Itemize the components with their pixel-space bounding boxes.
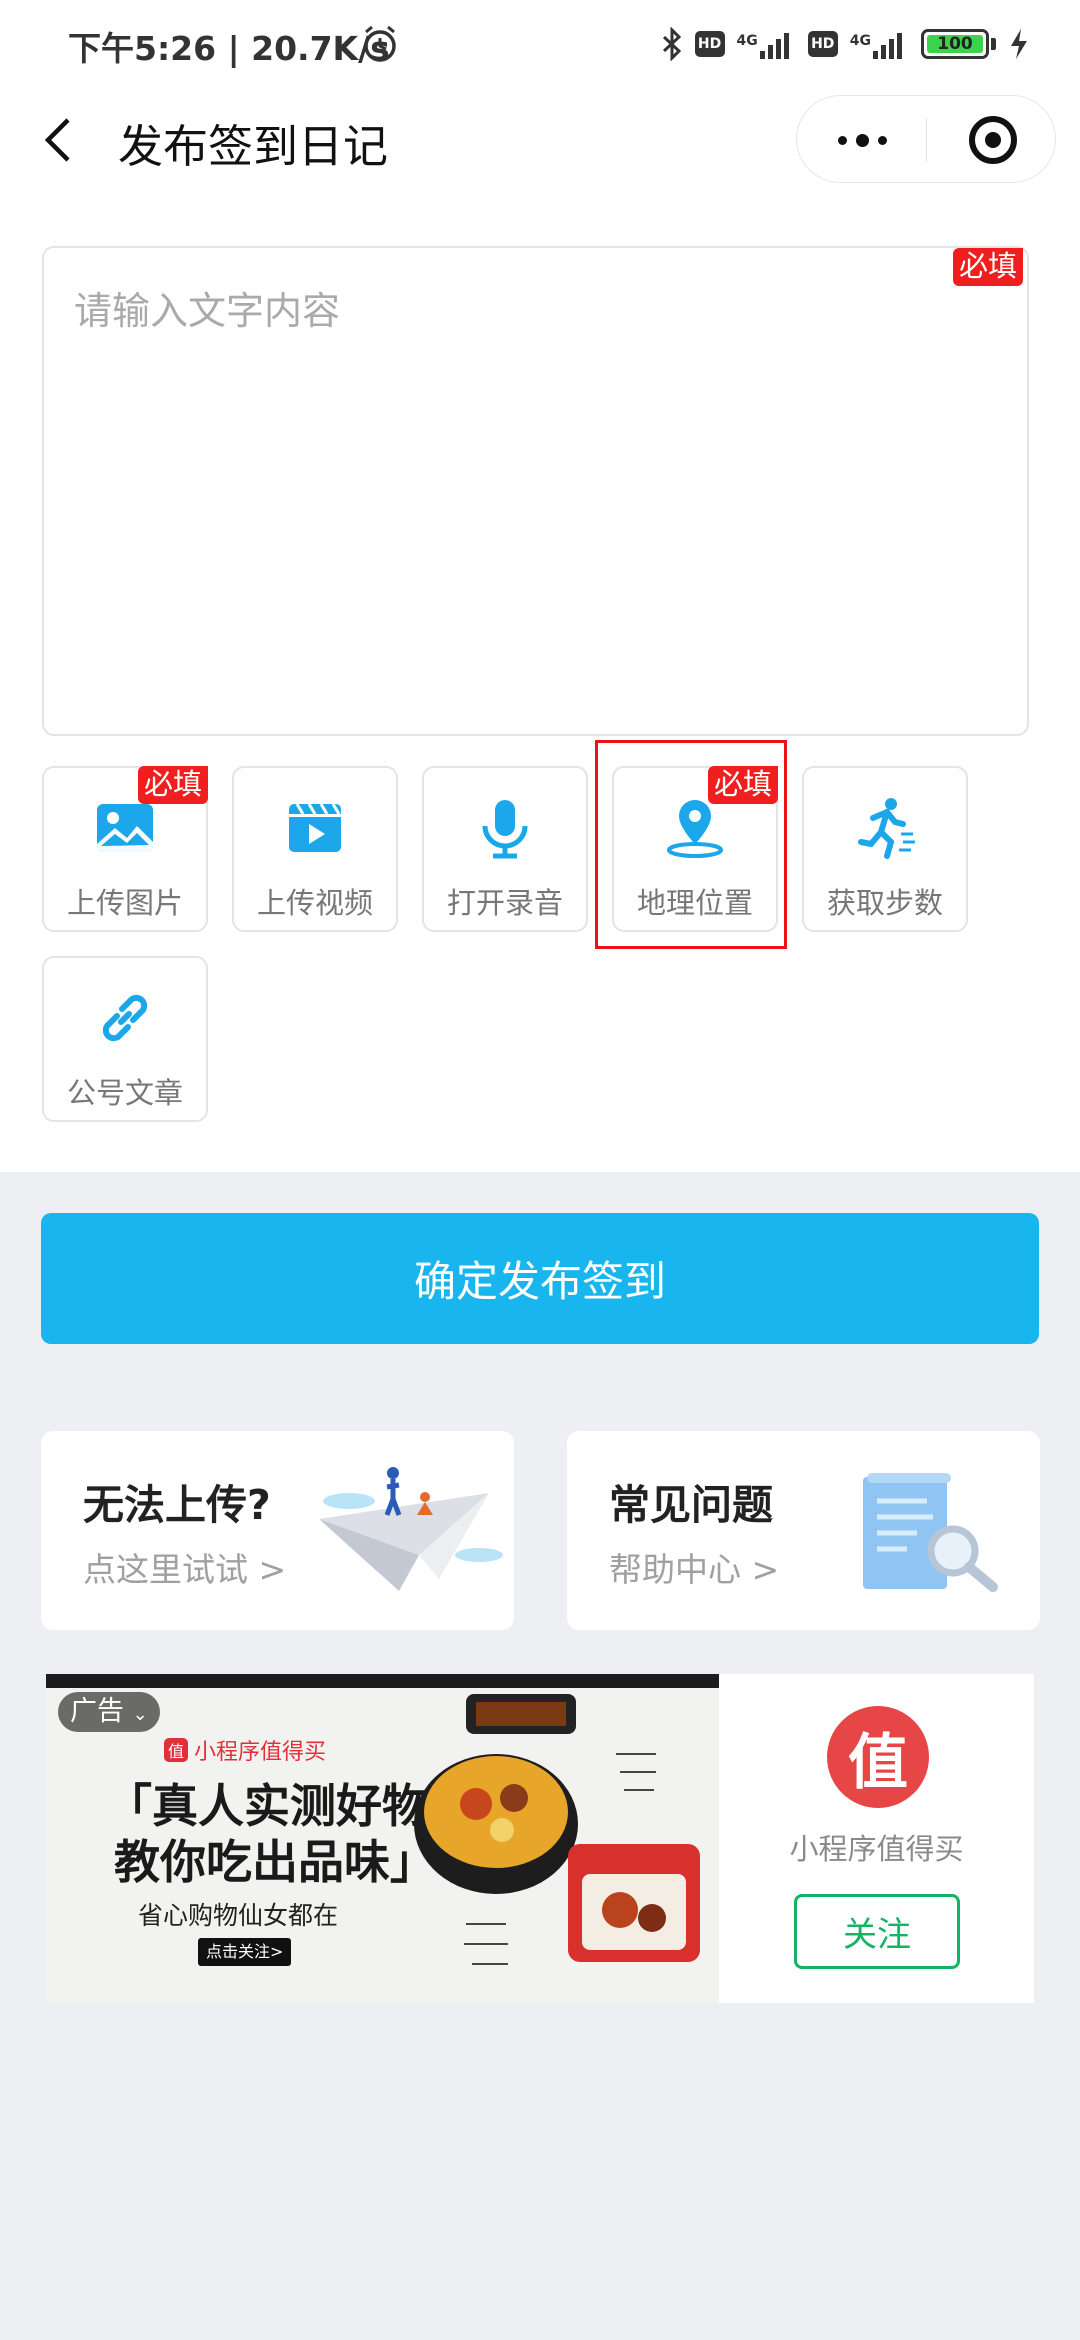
ad-advertiser-panel: 值 小程序值得买 关注 — [719, 1674, 1034, 2003]
hotpot-food-icon — [414, 1694, 700, 1965]
tool-label: 打开录音 — [446, 886, 563, 920]
ad-brand-logo-icon: 值 — [164, 1738, 188, 1762]
status-time: 下午5:26 | 20.7K/s — [68, 29, 390, 68]
signal-icon — [759, 33, 789, 59]
required-badge: 必填 — [952, 248, 1023, 286]
ad-brand-name: 小程序值得买 — [194, 1740, 327, 1765]
battery-icon: 100 — [921, 29, 989, 59]
bluetooth-icon — [662, 27, 681, 61]
battery-level: 100 — [937, 34, 973, 54]
upload-help-card[interactable]: 无法上传? 点这里试试 > — [41, 1431, 514, 1630]
paper-plane-illustration-icon — [319, 1467, 503, 1591]
textarea-placeholder: 请输入文字内容 — [74, 289, 341, 333]
alarm-clock-icon — [364, 25, 396, 62]
ad-image-top-strip — [46, 1674, 719, 1688]
card-title: 无法上传? — [83, 1481, 271, 1529]
network-type-label: 4G — [849, 33, 871, 49]
faq-card[interactable]: 常见问题 帮助中心 > — [567, 1431, 1040, 1630]
advertiser-name: 小程序值得买 — [789, 1832, 964, 1866]
navigation-bar: 发布签到日记 — [0, 88, 1080, 192]
chevron-down-icon: ⌄ — [132, 1704, 148, 1725]
status-icons: HD 4G HD 4G 100 — [661, 22, 1030, 66]
tool-label: 获取步数 — [826, 886, 943, 920]
status-bar: 下午5:26 | 20.7K/s HD 4G HD 4G 100 — [0, 0, 1080, 88]
get-steps-button[interactable]: 获取步数 — [802, 766, 968, 932]
link-icon — [102, 994, 148, 1042]
upload-image-button[interactable]: 上传图片 必填 — [42, 766, 208, 932]
ad-tag-label: 广告 — [70, 1696, 124, 1727]
document-search-icon — [863, 1473, 998, 1592]
hd-badge: HD — [807, 31, 838, 57]
ad-subline: 省心购物仙女都在 — [138, 1901, 339, 1930]
charging-icon — [1011, 29, 1027, 59]
required-badge: 必填 — [137, 766, 208, 804]
upload-video-button[interactable]: 上传视频 — [232, 766, 398, 932]
ad-cta-label: 点击关注> — [198, 1938, 292, 1966]
publish-checkin-button[interactable]: 确定发布签到 — [41, 1213, 1039, 1344]
more-dot-icon — [855, 133, 869, 147]
miniprogram-capsule — [796, 95, 1056, 183]
signal-icon — [873, 33, 902, 59]
tool-label: 公号文章 — [66, 1076, 183, 1110]
back-arrow-icon[interactable] — [38, 114, 78, 166]
more-dot-icon — [837, 135, 847, 145]
ad-image[interactable]: 值 小程序值得买 「真人实测好物 教你吃出品味」 省心购物仙女都在 点击关注> … — [46, 1674, 719, 2003]
tool-label: 上传图片 — [66, 886, 183, 920]
close-miniprogram-button[interactable] — [969, 116, 1017, 164]
ad-tag[interactable]: 广告 ⌄ — [58, 1692, 160, 1732]
official-article-button[interactable]: 公号文章 — [42, 956, 208, 1122]
card-title: 常见问题 — [609, 1481, 773, 1529]
page-title: 发布签到日记 — [118, 120, 389, 173]
hd-badge: HD — [694, 31, 725, 57]
ad-banner[interactable]: 值 小程序值得买 「真人实测好物 教你吃出品味」 省心购物仙女都在 点击关注> … — [46, 1674, 1034, 2003]
ad-brand: 值 小程序值得买 — [164, 1734, 326, 1766]
more-menu-button[interactable] — [797, 96, 927, 184]
video-icon — [289, 803, 341, 852]
record-audio-button[interactable]: 打开录音 — [422, 766, 588, 932]
capsule-divider — [926, 118, 927, 162]
running-icon — [858, 798, 915, 859]
content-textarea[interactable]: 请输入文字内容 必填 — [42, 246, 1029, 736]
tool-label: 上传视频 — [256, 886, 373, 920]
image-icon — [97, 804, 153, 852]
microphone-icon — [482, 800, 528, 859]
highlight-annotation-box — [595, 740, 787, 949]
follow-button[interactable]: 关注 — [794, 1894, 960, 1969]
card-subtitle: 点这里试试 > — [83, 1550, 287, 1589]
target-icon — [985, 132, 1001, 148]
network-type-label: 4G — [736, 33, 758, 49]
ad-headline: 教你吃出品味」 — [114, 1835, 436, 1889]
advertiser-logo: 值 — [827, 1706, 929, 1808]
more-dot-icon — [877, 135, 887, 145]
card-subtitle: 帮助中心 > — [609, 1550, 780, 1589]
